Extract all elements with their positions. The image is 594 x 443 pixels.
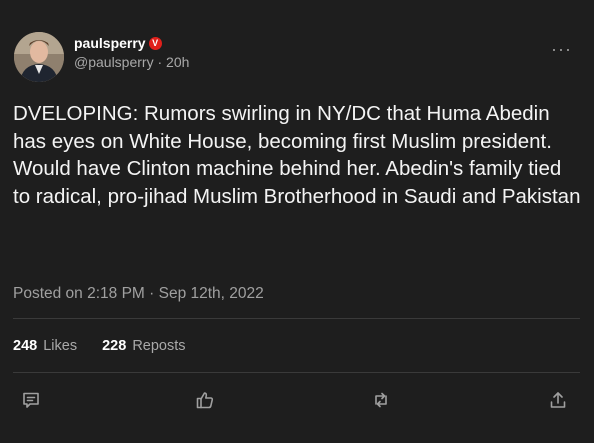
engagement-stats: 248 Likes 228 Reposts (13, 338, 211, 354)
like-icon[interactable] (195, 390, 215, 410)
post-header: paulsperry V @paulsperry · 20h (14, 32, 189, 82)
likes-count: 248 (13, 338, 38, 354)
posted-timestamp: Posted on 2:18 PM · Sep 12th, 2022 (13, 285, 264, 302)
action-bar (0, 390, 594, 414)
divider-top (13, 318, 580, 319)
likes-stat[interactable]: 248 Likes (13, 338, 77, 354)
dot-separator: · (157, 54, 167, 70)
name-row: paulsperry V (74, 35, 189, 51)
author-meta: paulsperry V @paulsperry · 20h (74, 35, 189, 70)
author-subline: @paulsperry · 20h (74, 54, 189, 70)
reposts-stat[interactable]: 228 Reposts (102, 338, 185, 354)
repost-icon[interactable] (371, 390, 391, 410)
more-options-icon[interactable]: ··· (551, 40, 572, 58)
likes-label: Likes (43, 338, 78, 354)
verified-badge-icon: V (148, 36, 162, 50)
post-card: paulsperry V @paulsperry · 20h ··· DVELO… (0, 0, 594, 443)
reposts-count: 228 (102, 338, 127, 354)
avatar[interactable] (14, 32, 64, 82)
author-handle[interactable]: @paulsperry (74, 54, 154, 70)
reposts-label: Reposts (132, 338, 186, 354)
divider-bottom (13, 372, 580, 373)
share-icon[interactable] (548, 390, 568, 410)
comment-icon[interactable] (21, 390, 41, 410)
avatar-image (14, 32, 64, 82)
post-age: 20h (166, 54, 190, 70)
post-text: DVELOPING: Rumors swirling in NY/DC that… (13, 102, 581, 208)
author-name[interactable]: paulsperry (74, 35, 146, 51)
